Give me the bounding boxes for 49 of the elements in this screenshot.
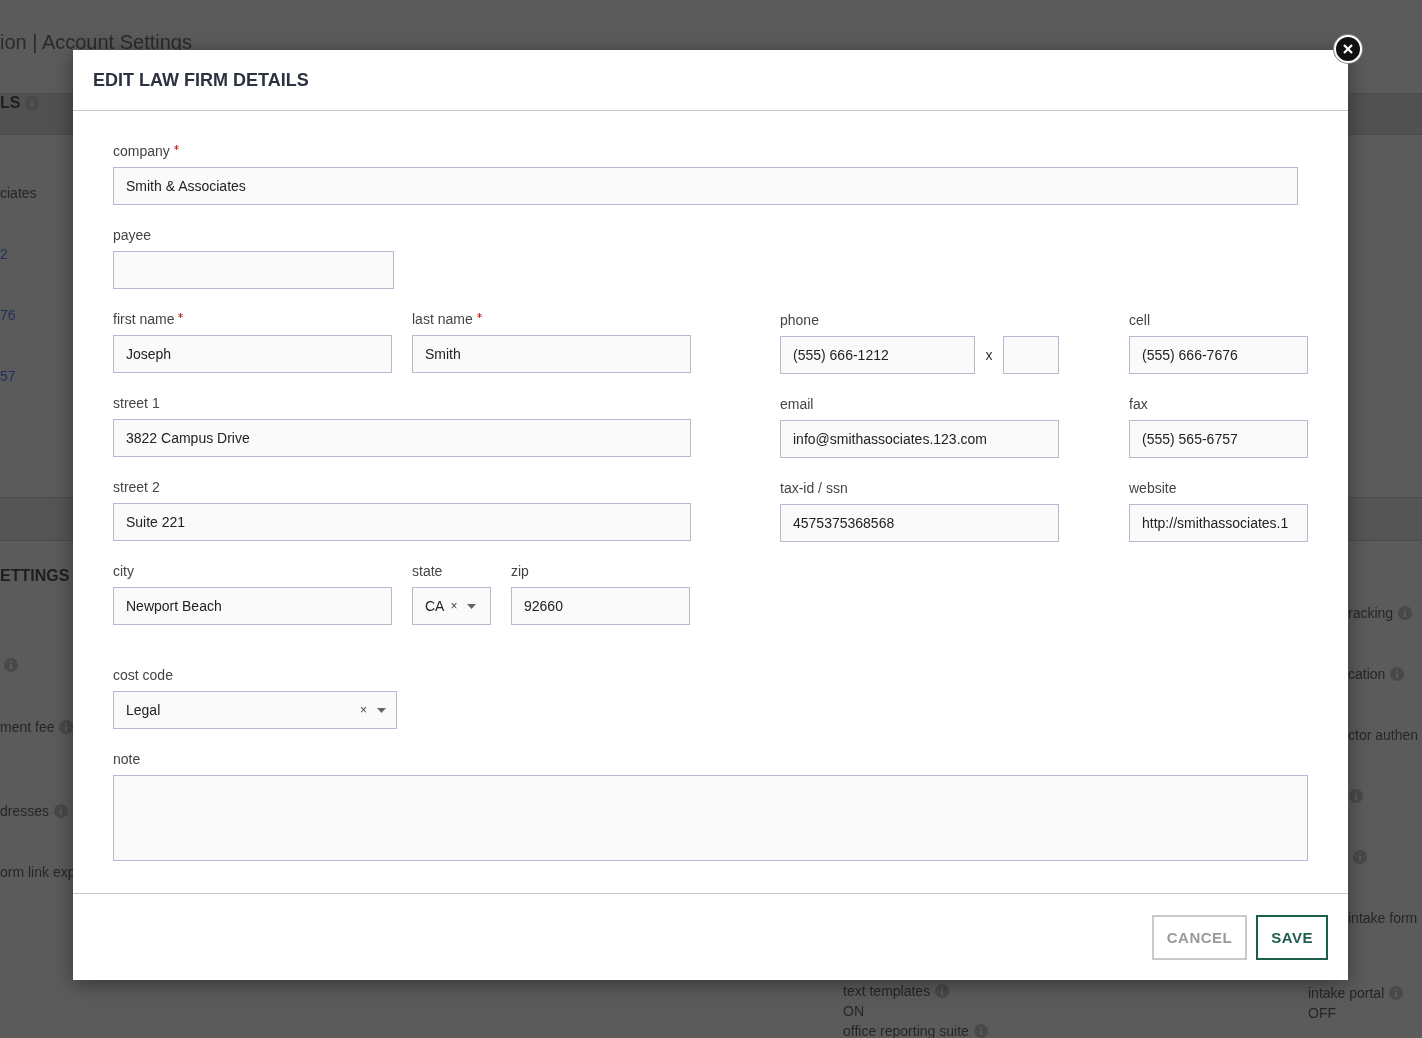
required-icon	[173, 145, 179, 150]
field-label: fax	[1129, 396, 1148, 412]
close-icon	[1343, 44, 1353, 54]
company-field[interactable]: Smith & Associates	[113, 167, 1298, 205]
section-heading: ETTINGS	[0, 567, 70, 585]
caret-icon	[377, 707, 386, 713]
caret-icon	[467, 603, 477, 609]
fax-field[interactable]: (555) 565-6757	[1129, 420, 1308, 458]
field-label: cell	[1129, 312, 1150, 328]
field-label: zip	[511, 563, 529, 579]
state-select[interactable]: CA ×	[412, 587, 491, 625]
required-icon	[476, 313, 482, 318]
clear-button[interactable]: ×	[360, 703, 367, 717]
field-label: street 1	[113, 395, 160, 411]
cell-field[interactable]: (555) 666-7676	[1129, 336, 1308, 374]
field-label: company	[113, 143, 170, 159]
field-label: email	[780, 396, 814, 412]
field-label: city	[113, 563, 134, 579]
field-label: note	[113, 751, 141, 767]
website-field[interactable]: http://smithassociates.1	[1129, 504, 1308, 542]
phone-field[interactable]: (555) 666-1212	[780, 336, 975, 374]
field-label: street 2	[113, 479, 160, 495]
extension-field[interactable]	[1003, 336, 1059, 374]
required-icon	[178, 313, 184, 318]
zip-field[interactable]: 92660	[511, 587, 690, 625]
city-field[interactable]: Newport Beach	[113, 587, 392, 625]
payee-field[interactable]	[113, 251, 394, 289]
cost-code-select[interactable]: Legal ×	[113, 691, 397, 729]
street-1-field[interactable]: 3822 Campus Drive	[113, 419, 691, 457]
dialog-title: EDIT LAW FIRM DETAILS	[93, 69, 309, 91]
last-name-field[interactable]: Smith	[412, 335, 691, 373]
street-2-field[interactable]: Suite 221	[113, 503, 691, 541]
field-label: cost code	[113, 667, 173, 683]
email-field[interactable]: info@smithassociates.123.com	[780, 420, 1059, 458]
first-name-field[interactable]: Joseph	[113, 335, 392, 373]
field-label: website	[1129, 480, 1177, 496]
extension-separator: x	[984, 346, 994, 365]
tax-id-field[interactable]: 4575375368568	[780, 504, 1059, 542]
field-label: phone	[780, 312, 819, 328]
field-label: tax-id / ssn	[780, 480, 848, 496]
field-label: payee	[113, 227, 152, 243]
info-icon[interactable]	[59, 720, 74, 734]
field-label: last name	[412, 311, 473, 327]
field-label: state	[412, 563, 443, 579]
clear-button[interactable]: ×	[450, 599, 458, 613]
field-label: first name	[113, 311, 175, 327]
close-button[interactable]	[1334, 35, 1362, 63]
note-field[interactable]	[113, 775, 1308, 861]
save-button[interactable]: SAVE	[1256, 914, 1328, 960]
